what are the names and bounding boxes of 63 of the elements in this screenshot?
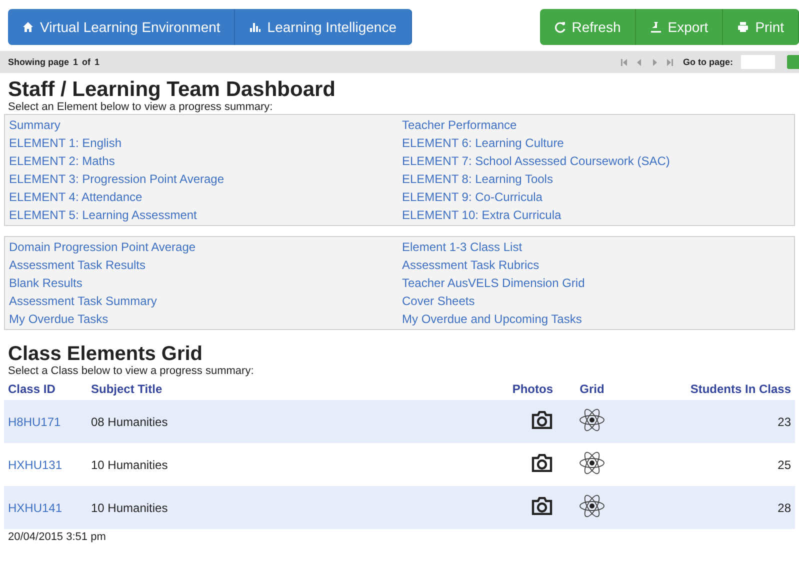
element-link[interactable]: Domain Progression Point Average (9, 238, 402, 256)
camera-icon[interactable] (531, 454, 553, 472)
column-header[interactable]: Grid (557, 378, 627, 400)
nav-button[interactable]: Refresh (540, 9, 636, 45)
element-link[interactable]: ELEMENT 2: Maths (9, 152, 402, 170)
column-header[interactable]: Students In Class (627, 378, 795, 400)
element-link[interactable]: Blank Results (9, 274, 402, 292)
element-link[interactable]: Teacher Performance (402, 116, 794, 134)
element-link[interactable]: Assessment Task Summary (9, 292, 402, 310)
section-title: Class Elements Grid (8, 344, 204, 365)
instruction-text: Select an Element below to view a progress summary: (8, 101, 274, 114)
pager-text: of (82, 57, 91, 67)
element-link[interactable]: Assessment Task Results (9, 256, 402, 274)
class-id-link[interactable]: H8HU171 (4, 400, 87, 443)
column-header[interactable]: Subject Title (87, 378, 487, 400)
element-link[interactable]: ELEMENT 5: Learning Assessment (9, 206, 402, 224)
element-link[interactable]: ELEMENT 4: Attendance (9, 188, 402, 206)
atom-icon[interactable] (579, 493, 605, 519)
students-cell: 25 (627, 443, 795, 486)
instruction-text: Select a Class below to view a progress summary: (8, 365, 255, 378)
element-link[interactable]: My Overdue and Upcoming Tasks (402, 310, 794, 328)
nav-button[interactable]: Print (723, 9, 799, 45)
element-link[interactable]: Summary (9, 116, 402, 134)
export-icon (650, 21, 662, 33)
atom-icon[interactable] (579, 407, 605, 433)
print-icon (737, 21, 750, 33)
page-title: Staff / Learning Team Dashboard (8, 79, 336, 101)
subject-cell: 10 Humanities (87, 486, 487, 529)
refresh-icon (554, 21, 566, 33)
column-header[interactable]: Class ID (4, 378, 87, 400)
pager-text: Showing page (8, 57, 70, 67)
element-link[interactable]: ELEMENT 7: School Assessed Coursework (SAC) (402, 152, 794, 170)
timestamp: 20/04/2015 3:51 pm (8, 531, 107, 543)
students-cell: 28 (627, 486, 795, 529)
element-link[interactable]: ELEMENT 8: Learning Tools (402, 170, 794, 188)
element-link[interactable]: Teacher AusVELS Dimension Grid (402, 274, 794, 292)
subject-cell: 08 Humanities (87, 400, 487, 443)
class-id-link[interactable]: HXHU131 (4, 443, 87, 486)
element-link[interactable]: ELEMENT 1: English (9, 134, 402, 152)
page-number: 1 (73, 57, 78, 67)
home-icon (22, 21, 34, 33)
element-link[interactable]: ELEMENT 9: Co-Curricula (402, 188, 794, 206)
camera-icon[interactable] (531, 497, 553, 515)
camera-icon[interactable] (531, 411, 553, 429)
atom-icon[interactable] (579, 450, 605, 476)
nav-button[interactable]: Virtual Learning Environment (8, 9, 236, 45)
element-link[interactable]: ELEMENT 10: Extra Curricula (402, 206, 794, 224)
column-header[interactable]: Photos (487, 378, 557, 400)
subject-cell: 10 Humanities (87, 443, 487, 486)
element-link[interactable]: Cover Sheets (402, 292, 794, 310)
element-link[interactable]: ELEMENT 3: Progression Point Average (9, 170, 402, 188)
chart-icon (249, 21, 262, 33)
nav-button[interactable]: Export (636, 9, 724, 45)
nav-button[interactable]: Learning Intelligence (235, 9, 412, 45)
class-id-link[interactable]: HXHU141 (4, 486, 87, 529)
element-link[interactable]: ELEMENT 6: Learning Culture (402, 134, 794, 152)
students-cell: 23 (627, 400, 795, 443)
element-link[interactable]: Assessment Task Rubrics (402, 256, 794, 274)
page-input[interactable] (741, 55, 775, 69)
element-link[interactable]: Element 1-3 Class List (402, 238, 794, 256)
element-link[interactable]: My Overdue Tasks (9, 310, 402, 328)
page-total: 1 (94, 57, 100, 67)
goto-label: Go to page: (683, 57, 733, 67)
